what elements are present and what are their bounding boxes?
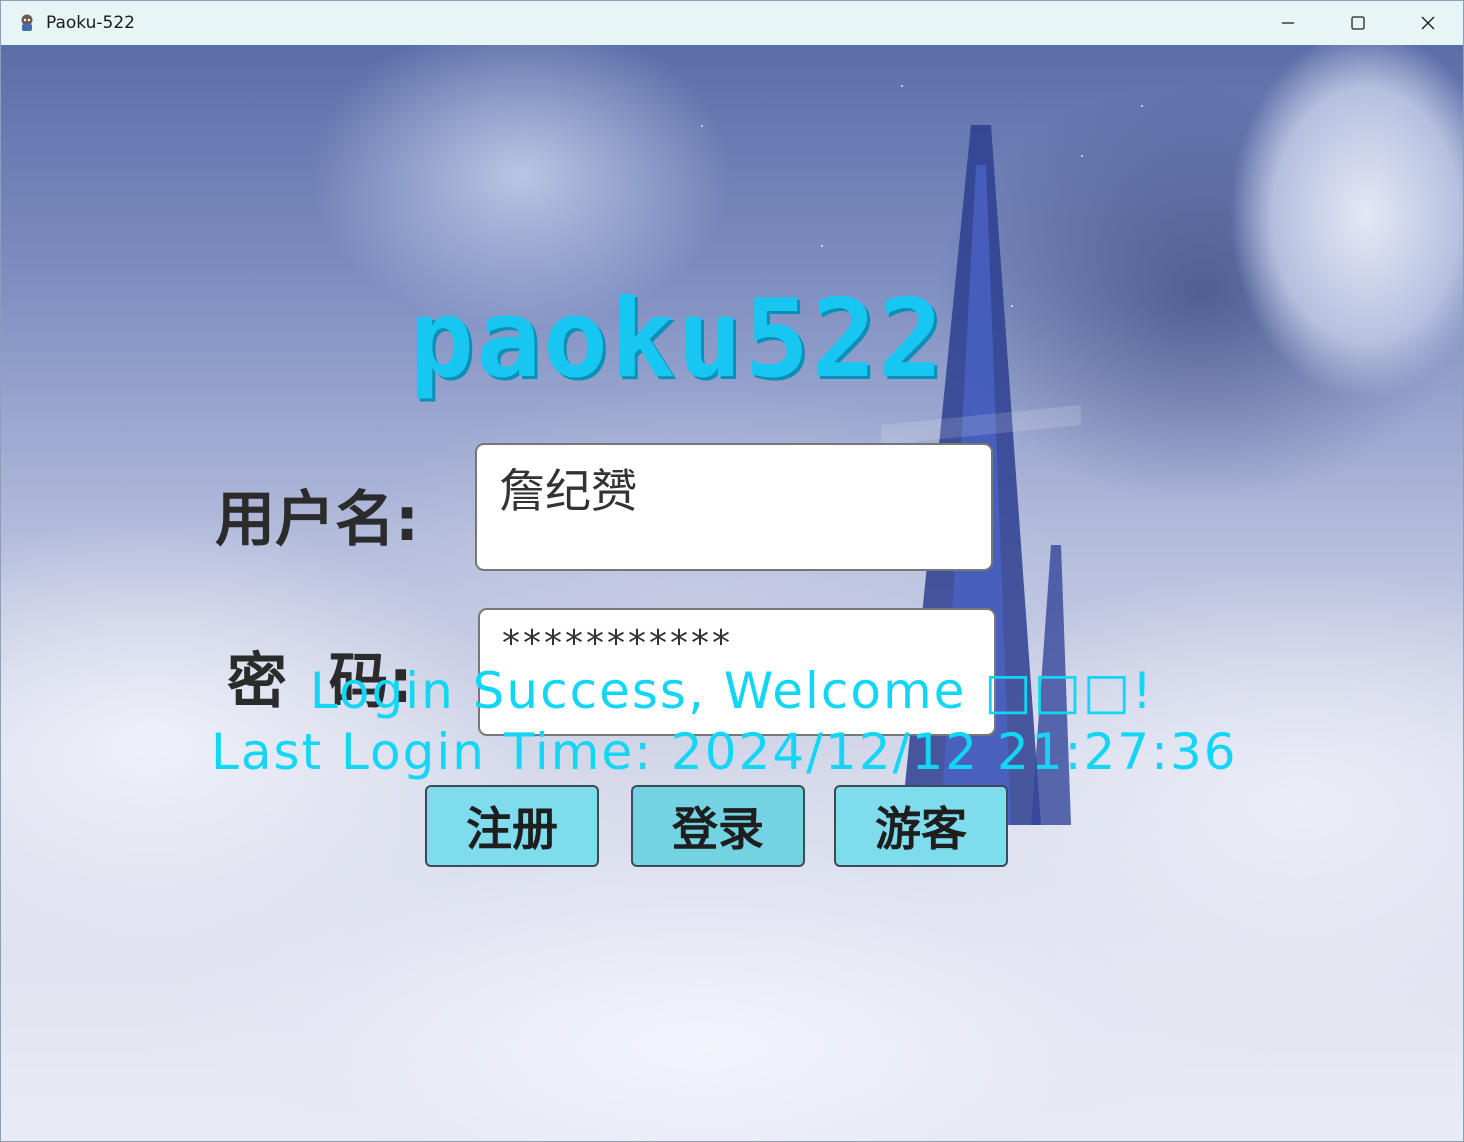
close-button[interactable] [1393, 1, 1463, 45]
star-decoration [901, 85, 903, 87]
maximize-button[interactable] [1323, 1, 1393, 45]
login-button[interactable]: 登录 [631, 785, 805, 867]
close-icon [1421, 16, 1435, 30]
register-button[interactable]: 注册 [425, 785, 599, 867]
star-decoration [821, 245, 823, 247]
game-logo: paoku522 [409, 277, 946, 402]
star-decoration [701, 125, 703, 127]
title-bar[interactable]: Paoku-522 [1, 1, 1463, 45]
login-canvas: paoku522 用户名: 詹纪赟 密 码: *********** Login… [1, 45, 1463, 1141]
maximize-icon [1351, 16, 1365, 30]
app-icon [17, 13, 37, 33]
minimize-icon [1282, 22, 1294, 24]
username-field[interactable]: 詹纪赟 [475, 443, 993, 571]
minimize-button[interactable] [1253, 1, 1323, 45]
guest-button[interactable]: 游客 [834, 785, 1008, 867]
app-window: Paoku-522 paoku522 用户名: 詹纪赟 密 码: *******… [0, 0, 1464, 1142]
window-title: Paoku-522 [46, 13, 135, 33]
login-success-message: Login Success, Welcome □□□! [309, 662, 1155, 720]
last-login-time: Last Login Time: 2024/12/12 21:27:36 [211, 723, 1238, 781]
star-decoration [1141, 105, 1143, 107]
star-decoration [1081, 155, 1083, 157]
username-label: 用户名: [215, 485, 419, 555]
window-controls [1253, 1, 1463, 45]
